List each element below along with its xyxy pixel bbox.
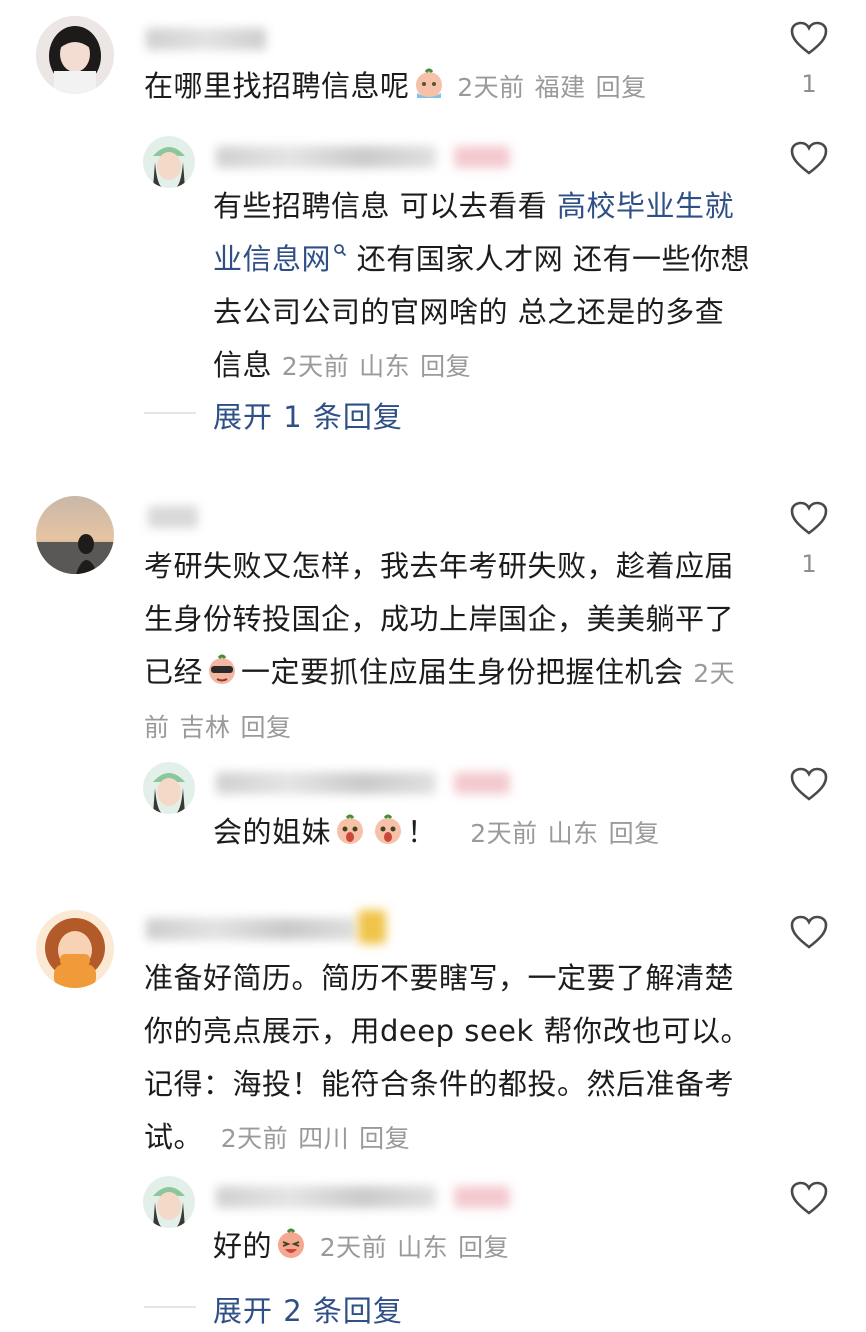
sunglasses-face-emoji	[209, 654, 236, 684]
comment-time: 2天前	[220, 1124, 289, 1153]
author-badge-blurred	[454, 1186, 510, 1208]
reply-button[interactable]: 回复	[241, 713, 292, 742]
expand-divider	[144, 1306, 196, 1308]
avatar[interactable]	[143, 136, 195, 188]
like-heart-icon[interactable]	[789, 140, 829, 176]
avatar[interactable]	[36, 496, 114, 574]
username-blurred[interactable]	[146, 28, 266, 50]
avatar[interactable]	[143, 762, 195, 814]
reply-location: 山东	[397, 1233, 449, 1262]
reply-text: 好的 2天前 山东 回复	[213, 1228, 510, 1263]
comment-text: 在哪里找招聘信息呢 2天前 福建 回复	[144, 60, 724, 114]
reply-text: 会的姐妹！ 2天前 山东 回复	[213, 814, 660, 849]
username-blurred[interactable]	[216, 772, 436, 794]
shocked-face-emoji	[375, 814, 402, 844]
comment-text: 考研失败又怎样，我去年考研失败，趁着应届生身份转投国企，成功上岸国企，美美躺平了…	[144, 549, 736, 742]
like-heart-icon[interactable]	[789, 766, 829, 802]
comment-body: 在哪里找招聘信息呢	[144, 69, 410, 103]
laughing-face-emoji	[278, 1228, 305, 1258]
comment-location: 四川	[298, 1124, 350, 1153]
reply-time: 2天前	[281, 352, 350, 381]
avatar[interactable]	[36, 910, 114, 988]
like-heart-icon[interactable]	[789, 1180, 829, 1216]
reply-location: 山东	[359, 352, 411, 381]
search-icon	[334, 244, 347, 257]
like-count: 1	[801, 70, 817, 98]
crying-face-emoji	[415, 68, 442, 98]
username-blurred[interactable]	[146, 918, 356, 940]
avatar[interactable]	[143, 1176, 195, 1228]
reply-button[interactable]: 回复	[596, 73, 647, 102]
comment-time: 2天前	[457, 73, 525, 102]
reply-button[interactable]: 回复	[609, 819, 660, 848]
username-blurred[interactable]	[148, 506, 198, 528]
shocked-face-emoji	[337, 814, 364, 844]
expand-replies-button[interactable]: 展开 2 条回复	[213, 1288, 403, 1330]
like-count: 1	[801, 550, 817, 578]
author-badge-blurred	[454, 772, 510, 794]
reply-time: 2天前	[470, 819, 538, 848]
username-blurred[interactable]	[216, 146, 436, 168]
like-heart-icon[interactable]	[789, 500, 829, 536]
comment-location: 福建	[534, 73, 586, 102]
like-heart-icon[interactable]	[789, 20, 829, 56]
reply-text: 有些招聘信息 可以去看看 高校毕业生就业信息网 还有国家人才网 还有一些你想去公…	[213, 189, 750, 382]
reply-button[interactable]: 回复	[359, 1124, 410, 1153]
like-heart-icon[interactable]	[789, 914, 829, 950]
expand-replies-button[interactable]: 展开 1 条回复	[213, 394, 403, 436]
expand-divider	[144, 412, 196, 414]
reply-button[interactable]: 回复	[458, 1233, 509, 1262]
comment-location: 吉林	[179, 713, 231, 742]
comment-text: 准备好简历。简历不要瞎写，一定要了解清楚你的亮点展示，用deep seek 帮你…	[144, 961, 751, 1154]
user-badge-blurred	[358, 910, 386, 944]
author-badge-blurred	[454, 146, 510, 168]
username-blurred[interactable]	[216, 1186, 436, 1208]
reply-button[interactable]: 回复	[420, 352, 471, 381]
reply-time: 2天前	[319, 1233, 388, 1262]
reply-location: 山东	[547, 819, 599, 848]
avatar[interactable]	[36, 16, 114, 94]
